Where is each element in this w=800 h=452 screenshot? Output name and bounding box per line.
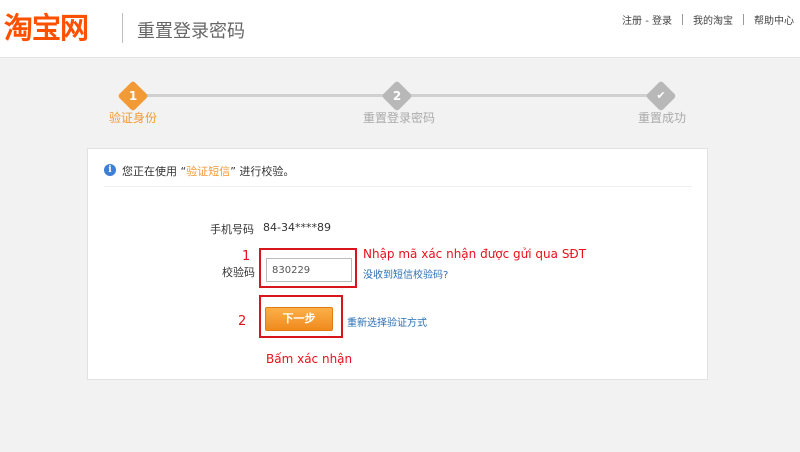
top-links: 注册 - 登录 我的淘宝 帮助中心 bbox=[612, 12, 794, 27]
step-2-label: 重置登录密码 bbox=[363, 111, 436, 125]
info-prefix: 您正在使用 “ bbox=[122, 165, 187, 178]
annotation-number-2: 2 bbox=[238, 314, 247, 329]
verify-method: 验证短信 bbox=[186, 165, 231, 178]
verify-card: i 您正在使用 “ 验证短信 ” 进行校验。 bbox=[87, 148, 708, 380]
annotation-box-2 bbox=[259, 295, 343, 338]
step-1-label: 验证身份 bbox=[109, 111, 158, 125]
step-line bbox=[144, 94, 390, 97]
resend-code-link[interactable]: 没收到短信校验码? bbox=[363, 266, 448, 281]
checkmark-icon: ✔ bbox=[656, 89, 666, 102]
page-title: 重置登录密码 bbox=[137, 21, 245, 42]
step-2-number: 2 bbox=[392, 89, 402, 103]
annotation-text-1: Nhập mã xác nhận được gửi qua SĐT bbox=[363, 247, 587, 261]
register-login-link[interactable]: 注册 - 登录 bbox=[612, 12, 682, 27]
top-header: 淘宝网 重置登录密码 注册 - 登录 我的淘宝 帮助中心 bbox=[0, 0, 800, 58]
help-center-link[interactable]: 帮助中心 bbox=[744, 12, 794, 27]
annotation-text-2: Bấm xác nhận bbox=[266, 352, 353, 366]
step-progress: 1 验证身份 2 重置登录密码 ✔ 重置成功 bbox=[0, 80, 800, 130]
annotation-number-1: 1 bbox=[242, 249, 251, 264]
my-taobao-link[interactable]: 我的淘宝 bbox=[683, 12, 743, 27]
annotation-box-1 bbox=[259, 248, 357, 288]
reselect-method-link[interactable]: 重新选择验证方式 bbox=[347, 314, 427, 329]
info-bar: i 您正在使用 “ 验证短信 ” 进行校验。 bbox=[104, 163, 692, 187]
step-1-number: 1 bbox=[128, 89, 138, 103]
step-3-label: 重置成功 bbox=[638, 111, 687, 125]
info-icon: i bbox=[104, 164, 116, 176]
code-label: 校验码 bbox=[222, 266, 255, 279]
phone-label: 手机号码 bbox=[210, 223, 254, 236]
phone-value: 84-34****89 bbox=[263, 221, 331, 234]
step-line bbox=[408, 94, 652, 97]
taobao-logo[interactable]: 淘宝网 bbox=[4, 10, 89, 46]
info-suffix: ” 进行校验。 bbox=[230, 165, 295, 178]
logo-divider bbox=[122, 13, 123, 43]
